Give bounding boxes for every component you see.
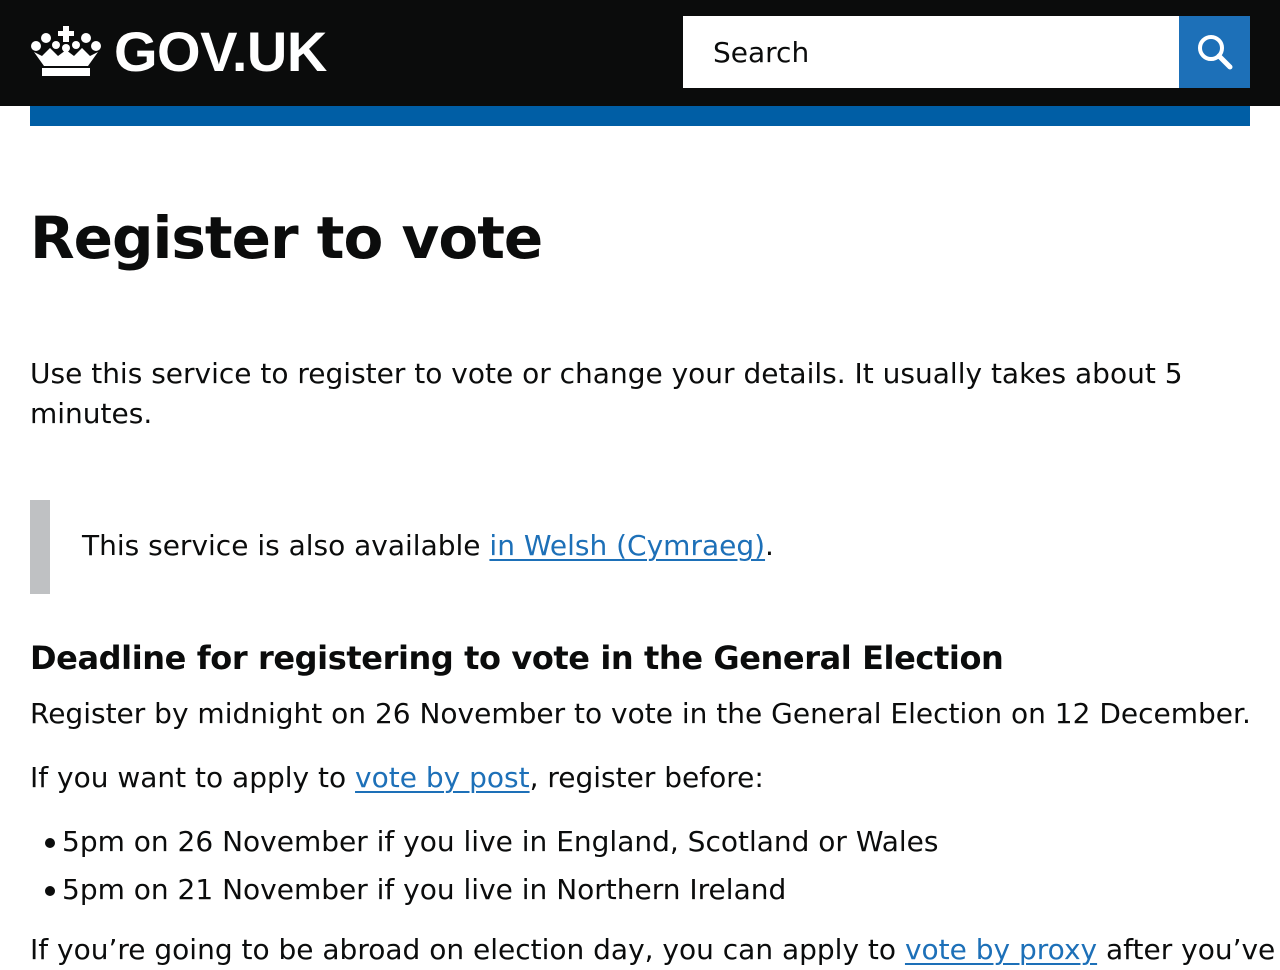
header-blue-bar xyxy=(30,106,1250,126)
crown-icon xyxy=(31,26,101,76)
deadline-paragraph: Register by midnight on 26 November to v… xyxy=(30,697,1251,730)
search-icon xyxy=(1197,35,1232,70)
govuk-logo-link[interactable]: GOV.UK xyxy=(30,22,327,82)
page-title: Register to vote xyxy=(30,204,543,272)
list-item: 5pm on 26 November if you live in Englan… xyxy=(30,822,939,870)
vote-by-post-paragraph: If you want to apply to vote by post, re… xyxy=(30,758,764,798)
vote-by-post-link[interactable]: vote by post xyxy=(355,761,530,794)
inset-text-after: . xyxy=(765,529,774,562)
search-form xyxy=(683,16,1250,88)
site-header: GOV.UK xyxy=(0,0,1280,106)
search-button[interactable] xyxy=(1179,16,1250,88)
bullet-icon xyxy=(45,838,55,848)
inset-border xyxy=(30,500,50,594)
vote-by-proxy-link[interactable]: vote by proxy xyxy=(905,933,1097,966)
proxy-text-after: after you’ve xyxy=(1097,933,1276,966)
inset-text-before: This service is also available xyxy=(82,529,490,562)
proxy-text-before: If you’re going to be abroad on election… xyxy=(30,933,905,966)
welsh-inset-text: This service is also available in Welsh … xyxy=(30,500,1230,594)
welsh-language-link[interactable]: in Welsh (Cymraeg) xyxy=(489,529,765,562)
post-text-after: , register before: xyxy=(529,761,764,794)
vote-by-proxy-paragraph: If you’re going to be abroad on election… xyxy=(30,930,1275,970)
bullet-icon xyxy=(45,886,55,896)
list-item-text: 5pm on 26 November if you live in Englan… xyxy=(62,825,939,858)
list-item: 5pm on 21 November if you live in Northe… xyxy=(30,870,939,918)
logo-text: GOV.UK xyxy=(114,20,327,83)
post-text-before: If you want to apply to xyxy=(30,761,356,794)
lead-paragraph: Use this service to register to vote or … xyxy=(30,357,1183,430)
deadline-bullet-list: 5pm on 26 November if you live in Englan… xyxy=(30,822,939,918)
search-input[interactable] xyxy=(683,16,1179,88)
inset-paragraph: This service is also available in Welsh … xyxy=(82,526,774,566)
list-item-text: 5pm on 21 November if you live in Northe… xyxy=(62,873,787,906)
deadline-heading: Deadline for registering to vote in the … xyxy=(30,639,1004,677)
